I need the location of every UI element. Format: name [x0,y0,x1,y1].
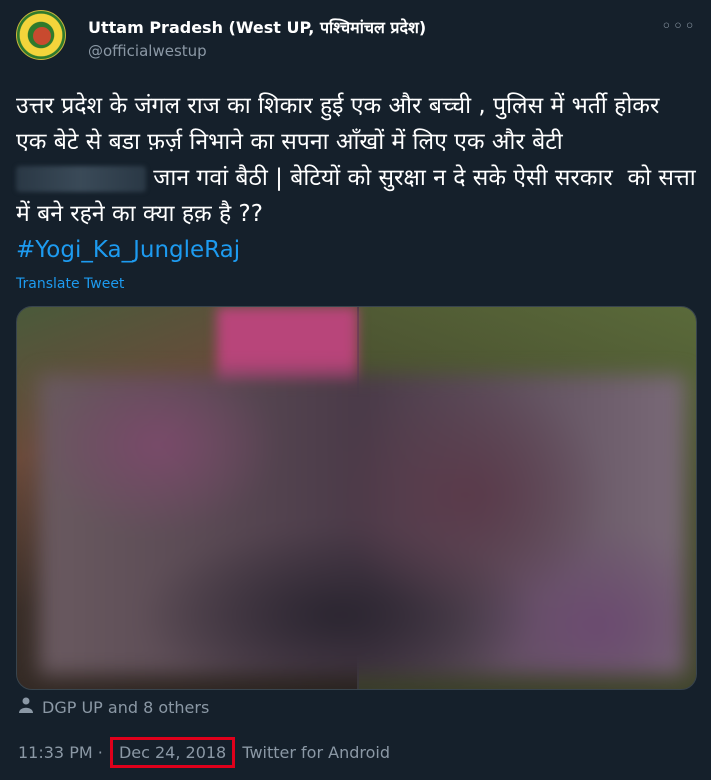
redacted-name [16,165,146,192]
tweet-date[interactable]: Dec 24, 2018 [109,737,236,768]
separator: · [97,743,103,762]
hashtag-link[interactable]: #Yogi_Ka_JungleRaj [16,237,240,263]
tweet-meta: 11:33 PM · Dec 24, 2018 Twitter for Andr… [18,737,390,768]
liked-by[interactable]: DGP UP and 8 others [18,697,209,717]
more-options-icon[interactable]: ◦◦◦ [661,16,696,37]
liked-by-text: DGP UP and 8 others [42,698,210,717]
display-name[interactable]: Uttam Pradesh (West UP, पश्चिमांचल प्रदे… [88,16,426,38]
media-blur-overlay [39,375,685,675]
translate-tweet-link[interactable]: Translate Tweet [16,276,124,292]
person-icon [18,697,34,717]
tweet-header: Uttam Pradesh (West UP, पश्चिमांचल प्रदे… [16,10,696,66]
user-handle[interactable]: @officialwestup [88,42,207,60]
tweet-text: उत्तर प्रदेश के जंगल राज का शिकार हुई एक… [16,88,696,268]
avatar[interactable] [16,10,66,60]
tweet-text-part1: उत्तर प्रदेश के जंगल राज का शिकार हुई एक… [16,93,667,155]
tweet-time[interactable]: 11:33 PM [18,743,93,762]
tweet-source[interactable]: Twitter for Android [242,743,390,762]
tweet-media[interactable] [16,306,697,690]
